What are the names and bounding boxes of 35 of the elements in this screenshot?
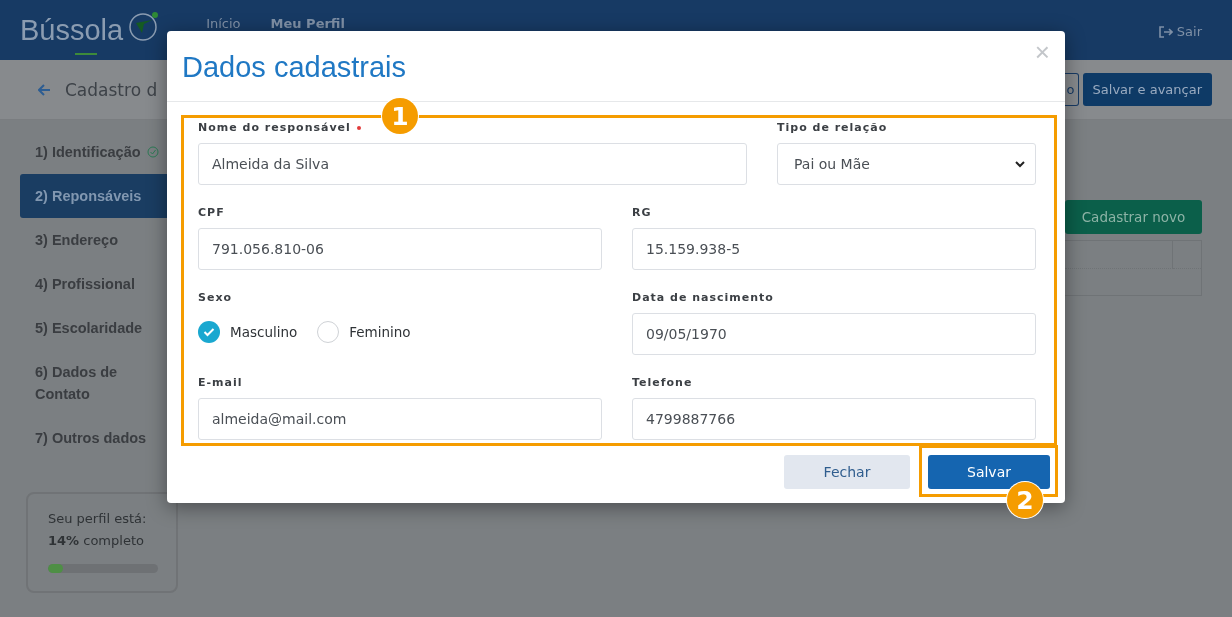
- field-label: Data de nascimento: [632, 291, 774, 306]
- field-label: E-mail: [198, 376, 243, 391]
- field-label: Tipo de relação: [777, 121, 888, 136]
- field-label: Nome do responsável: [198, 121, 351, 136]
- check-icon: [203, 327, 215, 338]
- field-label: RG: [632, 206, 652, 221]
- page-title: Cadastro d: [65, 79, 158, 100]
- close-dialog-button[interactable]: Fechar: [784, 455, 910, 490]
- step-item[interactable]: 1) Identificação: [20, 130, 180, 174]
- field-label: Telefone: [632, 376, 693, 391]
- text-field[interactable]: almeida@mail.com: [198, 398, 602, 441]
- field-label: CPF: [198, 206, 225, 221]
- text-field[interactable]: 15.159.938-5: [632, 228, 1036, 271]
- back-arrow-icon[interactable]: [38, 83, 51, 96]
- save-next-button[interactable]: Salvar e avançar: [1082, 73, 1212, 106]
- progress-heading: Seu perfil está:: [48, 510, 148, 528]
- radio-option[interactable]: Masculino: [198, 321, 298, 344]
- logout-link[interactable]: Sair: [1158, 24, 1202, 39]
- progress-summary: 14% completo: [48, 532, 145, 550]
- logo-text: Bússola: [20, 14, 124, 47]
- field-label: Sexo: [198, 291, 233, 306]
- chevron-icon: [1015, 160, 1025, 168]
- text-field[interactable]: 4799887766: [632, 398, 1036, 441]
- step-badge: 2: [1007, 482, 1043, 518]
- nav-link[interactable]: Meu Perfil: [270, 17, 345, 31]
- text-field[interactable]: 791.056.810-06: [198, 228, 602, 271]
- radio-option[interactable]: Feminino: [317, 321, 411, 344]
- save-button[interactable]: Salvar: [928, 455, 1050, 490]
- add-new-button[interactable]: Cadastrar novo: [1065, 200, 1202, 234]
- nav-link[interactable]: Início: [206, 17, 241, 31]
- select-field[interactable]: Pai ou Mãe: [777, 143, 1036, 186]
- logout-icon: [1158, 25, 1173, 38]
- text-field[interactable]: Almeida da Silva: [198, 143, 747, 186]
- modal-title: Dados cadastrais: [182, 50, 407, 84]
- text-field[interactable]: 09/05/1970: [632, 313, 1036, 356]
